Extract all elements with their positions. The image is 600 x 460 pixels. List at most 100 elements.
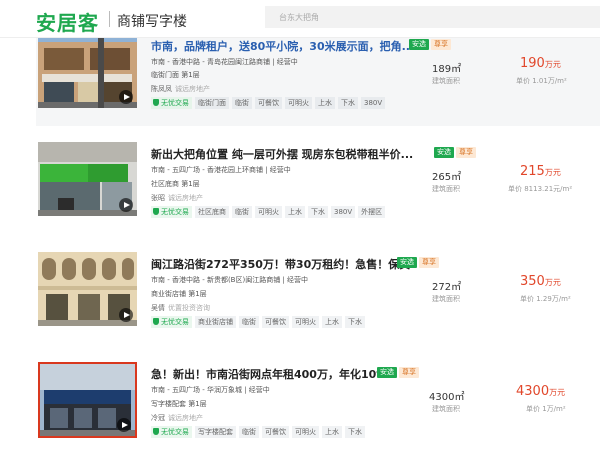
listing-agent: 张昭 诚远房地产 bbox=[151, 193, 203, 203]
listing-location[interactable]: 市南 - 五四广场 - 香港花园上环商铺 | 经营中 bbox=[151, 165, 291, 175]
listing-title[interactable]: 市南，品牌租户，送80平小院，30米展示面，把角... bbox=[151, 38, 414, 54]
listing-title[interactable]: 闽江路沿街272平350万！带30万租约！急售！保真 bbox=[151, 256, 410, 272]
zunxiang-badge: 尊享 bbox=[419, 257, 439, 268]
video-play-icon[interactable] bbox=[119, 90, 133, 104]
feature-tag: 可明火 bbox=[255, 206, 282, 218]
listing-floor: 临街门面 第1层 bbox=[151, 71, 200, 79]
agent-name[interactable]: 陈凤凤 bbox=[151, 85, 172, 93]
feature-tag: 社区底商 bbox=[195, 206, 229, 218]
feature-tag: 临街门面 bbox=[195, 97, 229, 109]
feature-tag: 临街 bbox=[239, 426, 259, 438]
feature-tag: 上水 bbox=[315, 97, 335, 109]
feature-tag: 上水 bbox=[285, 206, 305, 218]
listing-price: 4300万元 bbox=[516, 384, 566, 399]
feature-tags: 无忧交易 社区底商 临街 可明火 上水 下水 380V 外摆区 bbox=[151, 206, 388, 218]
agent-name[interactable]: 吴倩 bbox=[151, 304, 165, 312]
anjuke-logo[interactable]: 安居客 bbox=[36, 7, 99, 36]
safe-trade-tag: 无忧交易 bbox=[151, 316, 192, 328]
feature-tag: 上水 bbox=[322, 426, 342, 438]
logo-divider bbox=[109, 11, 110, 27]
feature-tag: 可餐饮 bbox=[255, 97, 282, 109]
anxuan-badge: 安选 bbox=[409, 39, 429, 50]
feature-tag: 临街 bbox=[239, 316, 259, 328]
listing-area: 189㎡ bbox=[432, 64, 462, 75]
feature-tag: 下水 bbox=[308, 206, 328, 218]
listing-price: 215万元 bbox=[520, 164, 561, 179]
video-play-icon[interactable] bbox=[119, 308, 133, 322]
feature-tag: 可明火 bbox=[285, 97, 312, 109]
feature-tags: 无忧交易 临街门面 临街 可餐饮 可明火 上水 下水 380V bbox=[151, 97, 388, 109]
listing-price: 350万元 bbox=[520, 274, 561, 289]
listing-card[interactable]: 新出大把角位置 纯一层可外摆 现房东包税带租半价... 安选 尊享 市南 - 五… bbox=[36, 142, 600, 226]
area-label: 建筑面积 bbox=[432, 295, 460, 303]
listing-floor: 写字楼配套 第1层 bbox=[151, 400, 207, 408]
feature-tag: 商业街店铺 bbox=[195, 316, 236, 328]
area-label: 建筑面积 bbox=[432, 405, 460, 413]
feature-tags: 无忧交易 商业街店铺 临街 可餐饮 可明火 上水 下水 bbox=[151, 316, 368, 328]
listing-agent: 吴倩 优置投资咨询 bbox=[151, 303, 210, 313]
listing-floor: 社区底商 第1层 bbox=[151, 180, 200, 188]
feature-tag: 临街 bbox=[232, 206, 252, 218]
zunxiang-badge: 尊享 bbox=[431, 39, 451, 50]
feature-tag: 可明火 bbox=[292, 426, 319, 438]
feature-tag: 可餐饮 bbox=[262, 316, 289, 328]
safe-trade-tag: 无忧交易 bbox=[151, 426, 192, 438]
feature-tag: 下水 bbox=[345, 426, 365, 438]
agent-name[interactable]: 冷冠 bbox=[151, 414, 165, 422]
unit-price: 单价 1.01万/m² bbox=[516, 77, 567, 85]
video-play-icon[interactable] bbox=[119, 198, 133, 212]
feature-tag: 上水 bbox=[322, 316, 342, 328]
video-play-icon[interactable] bbox=[117, 418, 131, 432]
safe-trade-tag: 无忧交易 bbox=[151, 97, 192, 109]
listing-card[interactable]: 急！新出！市南沿街网点年租400万，年化10% 安选 尊享 市南 - 五四广场 … bbox=[36, 362, 600, 446]
agent-company: 诚远房地产 bbox=[168, 414, 203, 422]
listing-card[interactable]: 闽江路沿街272平350万！带30万租约！急售！保真 安选 尊享 市南 - 香港… bbox=[36, 252, 600, 336]
listing-title[interactable]: 急！新出！市南沿街网点年租400万，年化10% bbox=[151, 366, 387, 382]
unit-price: 单价 1万/m² bbox=[526, 405, 566, 413]
listing-photo[interactable] bbox=[38, 34, 137, 108]
shield-icon bbox=[153, 318, 159, 325]
unit-price: 单价 1.29万/m² bbox=[520, 295, 571, 303]
shield-icon bbox=[153, 428, 159, 435]
listing-title[interactable]: 新出大把角位置 纯一层可外摆 现房东包税带租半价... bbox=[151, 146, 413, 162]
feature-tag: 可明火 bbox=[292, 316, 319, 328]
listing-card[interactable]: 市南，品牌租户，送80平小院，30米展示面，把角... 安选 尊享 市南 - 香… bbox=[36, 34, 600, 126]
feature-tags: 无忧交易 写字楼配套 临街 可餐饮 可明火 上水 下水 bbox=[151, 426, 368, 438]
listing-photo[interactable] bbox=[38, 362, 137, 438]
listing-location[interactable]: 市南 - 香港中路 - 新贵都(B区)闽江路商铺 | 经营中 bbox=[151, 275, 308, 285]
listing-location[interactable]: 市南 - 香港中路 - 青岛花园闽江路商铺 | 经营中 bbox=[151, 57, 298, 67]
unit-price: 单价 8113.21元/m² bbox=[508, 185, 573, 193]
listing-location[interactable]: 市南 - 五四广场 - 华润万象城 | 经营中 bbox=[151, 385, 270, 395]
feature-tag: 380V bbox=[361, 97, 386, 109]
listing-area: 272㎡ bbox=[432, 282, 462, 293]
top-header: 安居客 商铺写字楼 bbox=[0, 0, 600, 38]
listing-price: 190万元 bbox=[520, 56, 561, 71]
listing-photo[interactable] bbox=[38, 252, 137, 326]
feature-tag: 临街 bbox=[232, 97, 252, 109]
agent-company: 诚远房地产 bbox=[175, 85, 210, 93]
shield-icon bbox=[153, 208, 159, 215]
channel-title[interactable]: 商铺写字楼 bbox=[117, 11, 187, 31]
agent-company: 优置投资咨询 bbox=[168, 304, 210, 312]
zunxiang-badge: 尊享 bbox=[399, 367, 419, 378]
feature-tag: 下水 bbox=[338, 97, 358, 109]
shield-icon bbox=[153, 99, 159, 106]
agent-company: 诚远房地产 bbox=[168, 194, 203, 202]
feature-tag: 外摆区 bbox=[358, 206, 386, 218]
safe-trade-tag: 无忧交易 bbox=[151, 206, 192, 218]
anxuan-badge: 安选 bbox=[397, 257, 417, 268]
anxuan-badge: 安选 bbox=[377, 367, 397, 378]
listing-photo[interactable] bbox=[38, 142, 137, 216]
feature-tag: 380V bbox=[331, 206, 356, 218]
listing-area: 265㎡ bbox=[432, 172, 462, 183]
listing-agent: 陈凤凤 诚远房地产 bbox=[151, 84, 210, 94]
area-label: 建筑面积 bbox=[432, 185, 460, 193]
agent-name[interactable]: 张昭 bbox=[151, 194, 165, 202]
search-input[interactable] bbox=[265, 6, 600, 28]
feature-tag: 可餐饮 bbox=[262, 426, 289, 438]
feature-tag: 下水 bbox=[345, 316, 365, 328]
listing-agent: 冷冠 诚远房地产 bbox=[151, 413, 203, 423]
feature-tag: 写字楼配套 bbox=[195, 426, 236, 438]
zunxiang-badge: 尊享 bbox=[456, 147, 476, 158]
anxuan-badge: 安选 bbox=[434, 147, 454, 158]
